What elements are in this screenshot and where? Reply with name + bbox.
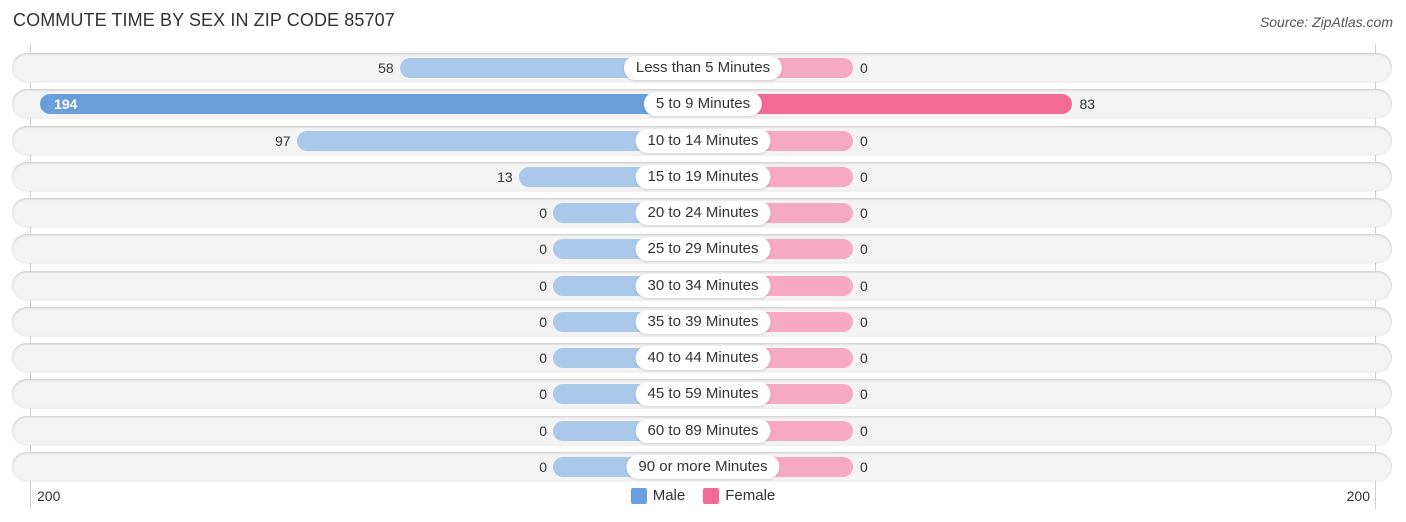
legend: Male Female	[0, 487, 1406, 504]
category-label: Less than 5 Minutes	[623, 56, 783, 80]
value-label-female: 0	[860, 277, 868, 294]
source-label: Source: ZipAtlas.com	[1259, 14, 1393, 30]
legend-item-male: Male	[630, 487, 686, 504]
value-label-male: 0	[539, 350, 547, 366]
value-label-male: 97	[274, 132, 291, 149]
legend-label-female: Female	[725, 487, 776, 504]
value-label-female: 83	[1079, 96, 1096, 113]
value-label-male: 0	[539, 241, 547, 258]
value-label-female: 0	[860, 313, 868, 330]
value-label-female: 0	[860, 168, 868, 185]
value-label-male: 0	[539, 277, 547, 294]
category-label: 15 to 19 Minutes	[635, 164, 771, 189]
value-label-male: 0	[539, 205, 547, 221]
bar-male	[40, 94, 703, 115]
female-swatch	[703, 487, 720, 504]
category-label: 25 to 29 Minutes	[635, 237, 771, 262]
category-label: 5 to 9 Minutes	[643, 92, 763, 117]
value-label-female: 0	[860, 241, 868, 258]
category-label: 35 to 39 Minutes	[635, 309, 771, 334]
value-label-female: 0	[860, 458, 868, 475]
legend-label-male: Male	[652, 487, 686, 504]
category-label: 60 to 89 Minutes	[635, 418, 771, 443]
value-label-male: 0	[539, 422, 547, 439]
value-label-male: 0	[539, 386, 547, 403]
category-label: 90 or more Minutes	[626, 454, 780, 479]
value-label-female: 0	[860, 205, 868, 221]
value-label-male: 0	[539, 458, 547, 475]
value-label-male: 58	[378, 60, 394, 76]
legend-item-female: Female	[703, 487, 775, 504]
value-label-female: 0	[860, 386, 868, 403]
value-label-female: 0	[860, 350, 868, 366]
chart-title: COMMUTE TIME BY SEX IN ZIP CODE 85707	[13, 10, 395, 30]
category-label: 10 to 14 Minutes	[635, 128, 771, 153]
value-label-female: 0	[860, 60, 868, 76]
value-label-male: 194	[54, 96, 78, 113]
value-label-male: 0	[539, 313, 547, 330]
value-label-male: 13	[497, 168, 513, 185]
value-label-female: 0	[860, 132, 868, 149]
category-label: 45 to 59 Minutes	[635, 382, 771, 407]
value-label-female: 0	[860, 422, 868, 439]
category-label: 40 to 44 Minutes	[635, 346, 771, 370]
category-label: 20 to 24 Minutes	[635, 201, 771, 225]
male-swatch	[630, 487, 647, 504]
category-label: 30 to 34 Minutes	[635, 273, 771, 298]
